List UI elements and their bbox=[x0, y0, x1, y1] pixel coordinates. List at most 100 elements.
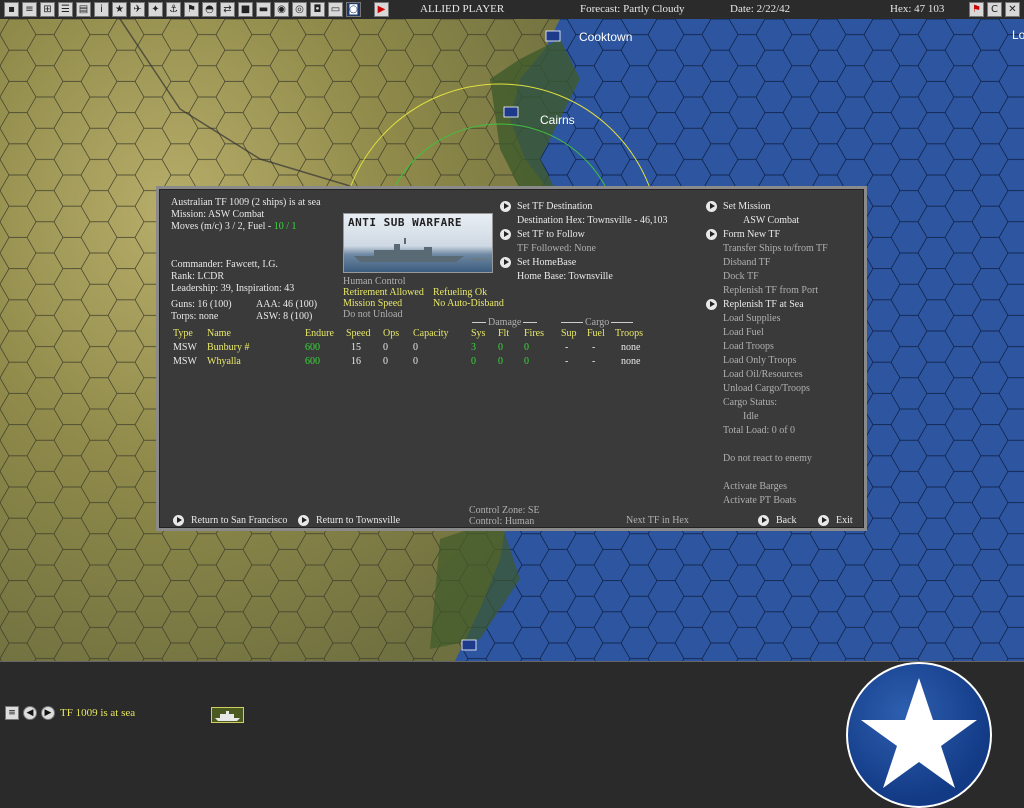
flag-icon[interactable]: ⚑ bbox=[969, 2, 984, 17]
dock-tf-button[interactable]: Dock TF bbox=[723, 271, 759, 283]
ship-icon[interactable]: ⚓ bbox=[166, 2, 181, 17]
set-homebase-arrow-icon[interactable] bbox=[500, 257, 511, 268]
aircraft-icon[interactable]: ✈ bbox=[130, 2, 145, 17]
set-homebase-button[interactable]: Set HomeBase bbox=[517, 257, 576, 269]
report-icon[interactable]: ≡ bbox=[22, 2, 37, 17]
flag-toggle-icon[interactable]: ⚑ bbox=[184, 2, 199, 17]
load-fuel-button[interactable]: Load Fuel bbox=[723, 327, 764, 339]
load-only-troops-button[interactable]: Load Only Troops bbox=[723, 355, 796, 367]
monitor-icon[interactable]: ▭ bbox=[328, 2, 343, 17]
hex-label: Hex: 47 103 bbox=[890, 3, 945, 15]
return-townsville-arrow-icon[interactable] bbox=[298, 515, 309, 526]
row-ops: 0 bbox=[383, 356, 388, 367]
load-troops-button[interactable]: Load Troops bbox=[723, 341, 774, 353]
set-follow-button[interactable]: Set TF to Follow bbox=[517, 229, 585, 241]
tf-aaa: AAA: 46 (100) bbox=[256, 299, 318, 310]
square-icon[interactable]: ▪ bbox=[4, 2, 19, 17]
disband-tf-button[interactable]: Disband TF bbox=[723, 257, 770, 269]
world-icon[interactable]: ◎ bbox=[292, 2, 307, 17]
row-sup: - bbox=[565, 356, 569, 367]
form-new-tf-button[interactable]: Form New TF bbox=[723, 229, 780, 241]
set-destination-button[interactable]: Set TF Destination bbox=[517, 201, 592, 213]
options-icon[interactable]: ◘ bbox=[310, 2, 325, 17]
close-icon[interactable]: ✕ bbox=[1005, 2, 1020, 17]
col-type: Type bbox=[173, 328, 193, 339]
globe-icon[interactable]: ◉ bbox=[274, 2, 289, 17]
react-toggle[interactable]: Do not react to enemy bbox=[723, 453, 812, 465]
row-ops: 0 bbox=[383, 342, 388, 353]
row-endure: 600 bbox=[305, 342, 320, 353]
plane-group-icon[interactable]: ✦ bbox=[148, 2, 163, 17]
tf-flag-icon[interactable] bbox=[461, 639, 477, 651]
info-icon[interactable]: i bbox=[94, 2, 109, 17]
window-controls: ⚑ C ✕ bbox=[969, 2, 1020, 17]
unit-list-icon[interactable]: ≡ bbox=[5, 706, 19, 720]
mission-image: ANTI SUB WARFARE bbox=[343, 213, 493, 273]
load-supplies-button[interactable]: Load Supplies bbox=[723, 313, 781, 325]
control-label: Control: Human bbox=[469, 516, 535, 527]
return-townsville-button[interactable]: Return to Townsville bbox=[316, 515, 400, 527]
replenish-sea-arrow-icon[interactable] bbox=[706, 299, 717, 310]
return-sf-arrow-icon[interactable] bbox=[173, 515, 184, 526]
fleet-icon[interactable]: ▬ bbox=[256, 2, 271, 17]
ship-icon[interactable] bbox=[211, 707, 244, 723]
row-ship-name[interactable]: Whyalla bbox=[207, 356, 241, 368]
set-follow-arrow-icon[interactable] bbox=[500, 229, 511, 240]
next-tf-button[interactable]: Next TF in Hex bbox=[626, 515, 689, 527]
back-button[interactable]: Back bbox=[776, 515, 797, 527]
next-arrow-icon[interactable]: ▶ bbox=[41, 706, 55, 720]
prev-arrow-icon[interactable]: ◀ bbox=[23, 706, 37, 720]
col-name: Name bbox=[207, 328, 231, 339]
activate-pt-boats-button[interactable]: Activate PT Boats bbox=[723, 495, 796, 507]
bottom-controls: ≡ ◀ ▶ bbox=[5, 706, 55, 720]
set-destination-arrow-icon[interactable] bbox=[500, 201, 511, 212]
unload-cargo-button[interactable]: Unload Cargo/Troops bbox=[723, 383, 810, 395]
tf-status-text[interactable]: TF 1009 is at sea bbox=[60, 707, 135, 719]
tf-moves: Moves (m/c) 3 / 2, Fuel - 10 / 1 bbox=[171, 221, 297, 233]
list-icon[interactable]: ☰ bbox=[58, 2, 73, 17]
load-oil-button[interactable]: Load Oil/Resources bbox=[723, 369, 803, 381]
exit-arrow-icon[interactable] bbox=[818, 515, 829, 526]
group-report-icon[interactable]: ⊞ bbox=[40, 2, 55, 17]
cargo-line-left bbox=[561, 322, 583, 323]
row-capacity: 0 bbox=[413, 356, 418, 367]
play-turn-icon[interactable]: ▶ bbox=[374, 2, 389, 17]
sub-icon[interactable]: ◓ bbox=[202, 2, 217, 17]
tf-guns: Guns: 16 (100) bbox=[171, 299, 232, 310]
return-san-francisco-button[interactable]: Return to San Francisco bbox=[191, 515, 287, 527]
row-flt: 0 bbox=[498, 356, 503, 367]
activate-barges-button[interactable]: Activate Barges bbox=[723, 481, 787, 493]
row-speed: 16 bbox=[351, 356, 361, 367]
c-icon[interactable]: C bbox=[987, 2, 1002, 17]
destination-hex-label: Destination Hex: Townsville - 46,103 bbox=[517, 215, 668, 226]
set-mission-arrow-icon[interactable] bbox=[706, 201, 717, 212]
row-speed: 15 bbox=[351, 342, 361, 353]
base-icon[interactable]: ■ bbox=[238, 2, 253, 17]
tf-commander[interactable]: Commander: Fawcett, I.G. bbox=[171, 259, 278, 271]
route-icon[interactable]: ⇄ bbox=[220, 2, 235, 17]
cairns-flag-icon[interactable] bbox=[503, 106, 519, 118]
set-mission-button[interactable]: Set Mission bbox=[723, 201, 771, 213]
auto-disband-toggle[interactable]: No Auto-Disband bbox=[433, 298, 504, 310]
star-icon[interactable]: ★ bbox=[112, 2, 127, 17]
transfer-ships-button[interactable]: Transfer Ships to/from TF bbox=[723, 243, 828, 255]
replenish-sea-button[interactable]: Replenish TF at Sea bbox=[723, 299, 804, 311]
back-arrow-icon[interactable] bbox=[758, 515, 769, 526]
save-icon[interactable]: ◙ bbox=[346, 2, 361, 17]
cooktown-flag-icon[interactable] bbox=[545, 30, 561, 42]
unload-toggle[interactable]: Do not Unload bbox=[343, 309, 402, 321]
form-new-arrow-icon[interactable] bbox=[706, 229, 717, 240]
col-ops: Ops bbox=[383, 328, 400, 339]
replenish-port-button[interactable]: Replenish TF from Port bbox=[723, 285, 818, 297]
row-troops: none bbox=[621, 356, 641, 367]
exit-button[interactable]: Exit bbox=[836, 515, 853, 527]
col-endure: Endure bbox=[305, 328, 334, 339]
document-icon[interactable]: ▤ bbox=[76, 2, 91, 17]
col-sup: Sup bbox=[561, 328, 577, 339]
tf-fuel-value: 10 / 1 bbox=[273, 221, 297, 232]
home-base-label: Home Base: Townsville bbox=[517, 271, 613, 282]
row-ship-name[interactable]: Bunbury # bbox=[207, 342, 250, 354]
cargo-idle-label: Idle bbox=[743, 411, 759, 422]
tf-torps: Torps: none bbox=[171, 311, 219, 322]
tf-rank: Rank: LCDR bbox=[171, 271, 225, 282]
